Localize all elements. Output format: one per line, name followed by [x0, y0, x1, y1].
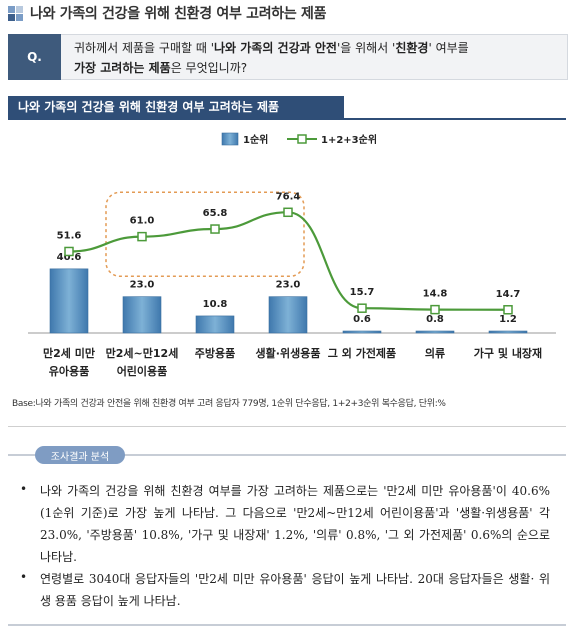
- analysis-bullet: 나와 가족의 건강을 위해 친환경 여부를 가장 고려하는 제품으로는 '만2세…: [40, 484, 550, 564]
- category-label: 만2세~만12세: [106, 346, 179, 360]
- question-text-part: '을 위해서 ': [336, 41, 396, 55]
- category-label: 가구 및 내장재: [474, 346, 542, 360]
- category-label: 유아용품: [49, 364, 89, 378]
- bar-1st-rank: [488, 330, 528, 334]
- bottom-divider: [8, 624, 566, 626]
- category-label: 주방용품: [195, 346, 235, 360]
- legend-label: 1순위: [243, 133, 268, 146]
- question-text-bold: 가장 고려하는 제품: [74, 61, 171, 75]
- heading-squares-icon: [8, 6, 23, 21]
- bar-1st-rank: [268, 296, 308, 334]
- question-text-bold: 나와 가족의 건강과 안전: [214, 41, 337, 55]
- line-point-marker: [210, 224, 220, 234]
- combo-chart: 40.623.010.823.00.6 0.8 1.251.661.065.876.…: [28, 132, 556, 378]
- legend-label: 1+2+3순위: [321, 133, 377, 146]
- bar-1st-rank: [342, 330, 382, 334]
- question-text-part: 귀하께서 제품을 구매할 때 ': [74, 41, 214, 55]
- category-label: 의류: [425, 346, 445, 360]
- bar-value-label: 23.0: [276, 280, 301, 291]
- chart-title: 나와 가족의 건강을 위해 친환경 여부 고려하는 제품: [8, 96, 344, 118]
- question-text: 귀하께서 제품을 구매할 때 '나와 가족의 건강과 안전'을 위해서 '친환경…: [74, 38, 558, 78]
- line-point-marker: [357, 303, 367, 313]
- line-point-marker: [64, 246, 74, 257]
- analysis-badge: 조사결과 분석: [35, 446, 125, 464]
- question-text-part: 은 무엇입니까?: [170, 61, 248, 75]
- bar-1st-rank: [415, 330, 455, 334]
- question-text-part: ' 여부를: [428, 41, 469, 55]
- bullet-dot-icon: •: [20, 570, 28, 584]
- divider: [8, 426, 566, 427]
- bar-1st-rank: [122, 296, 162, 334]
- bullet-dot-icon: •: [20, 482, 28, 496]
- chart-title-underline: [8, 118, 566, 120]
- highlight-box: [105, 191, 305, 278]
- legend-line-marker: [297, 134, 307, 144]
- bar-value-label: 23.0: [130, 280, 155, 291]
- line-value-label: 51.6: [57, 230, 82, 241]
- line-value-label: 15.7: [350, 287, 375, 298]
- bar-value-label: 0.8: [426, 314, 444, 325]
- line-point-marker: [503, 305, 513, 315]
- analysis-bullet: 연령별로 3040대 응답자들의 '만2세 미만 유아용품' 응답이 높게 나타…: [40, 572, 550, 608]
- bar-1st-rank: [49, 268, 89, 334]
- line-value-label: 76.4: [276, 191, 301, 202]
- bar-1st-rank: [195, 315, 235, 334]
- line-point-marker: [137, 231, 147, 242]
- line-point-marker: [283, 207, 293, 218]
- category-label: 어린이용품: [117, 364, 168, 378]
- bar-value-label: 0.6: [353, 314, 371, 325]
- base-note: Base:나와 가족의 건강과 안전을 위해 친환경 여부 고려 응답자 779…: [12, 399, 446, 409]
- line-value-label: 14.7: [496, 289, 521, 300]
- legend-bar-swatch: [221, 132, 239, 146]
- line-value-label: 61.0: [130, 216, 155, 227]
- category-label: 생활·위생용품: [256, 346, 321, 360]
- line-value-label: 14.8: [423, 289, 448, 300]
- category-label: 만2세 미만: [43, 346, 95, 360]
- line-value-label: 65.8: [203, 208, 228, 219]
- category-label: 그 외 가전제품: [328, 346, 396, 360]
- page-title: 나와 가족의 건강을 위해 친환경 여부 고려하는 제품: [30, 6, 327, 22]
- bar-value-label: 1.2: [499, 314, 517, 325]
- line-point-marker: [430, 304, 440, 315]
- question-text-bold: 친환경: [395, 41, 429, 55]
- question-badge: Q.: [8, 34, 61, 80]
- bar-value-label: 10.8: [203, 299, 228, 310]
